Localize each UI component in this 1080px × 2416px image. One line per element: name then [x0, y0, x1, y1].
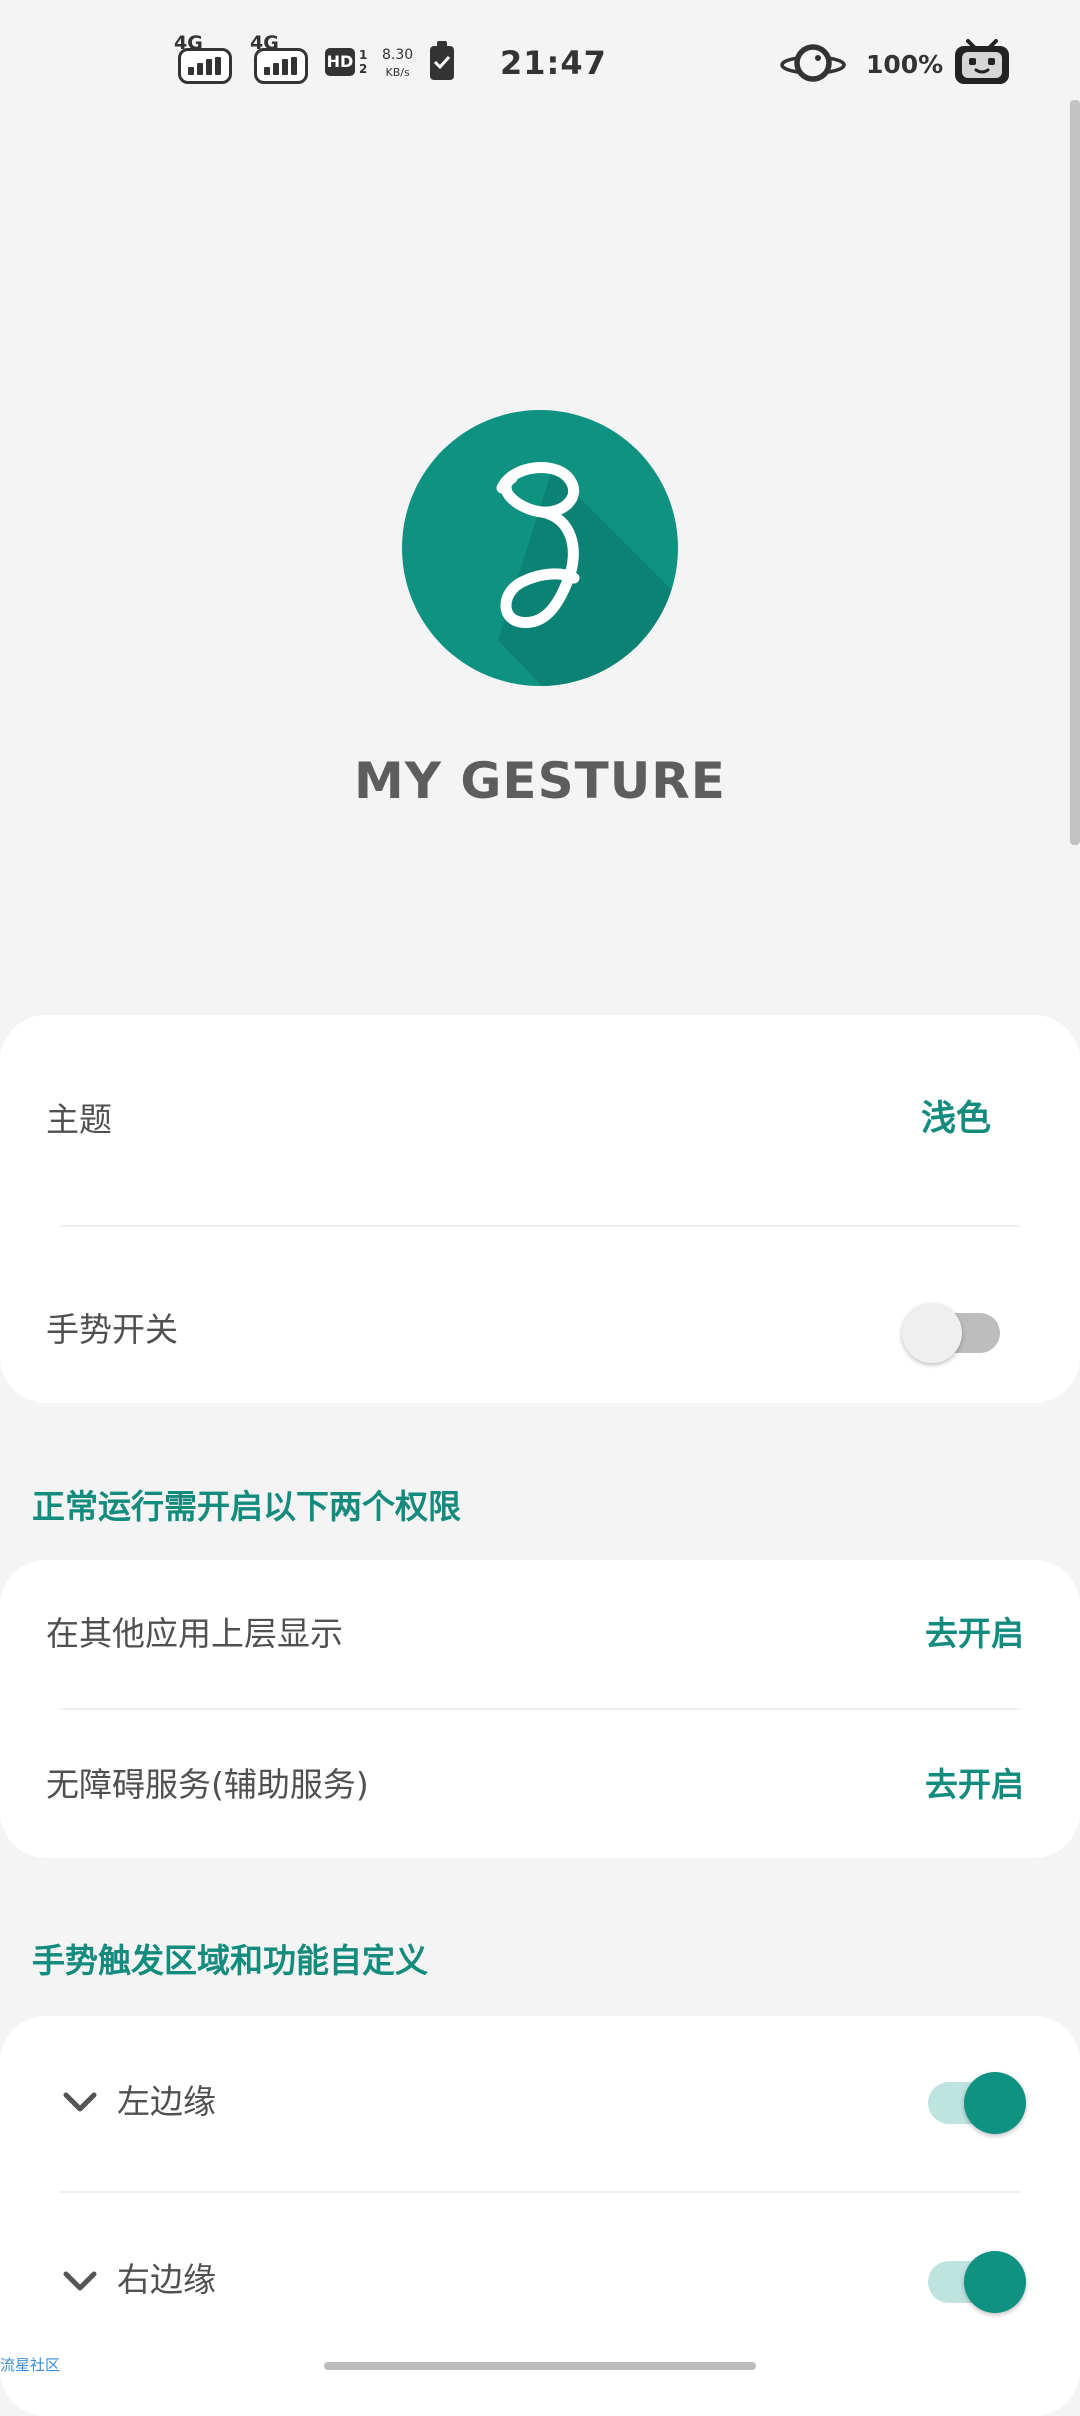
hd-label: HD [325, 48, 355, 76]
watermark: 流星社区 [0, 2356, 61, 2374]
battery-percent: 100% [866, 50, 944, 79]
permissions-section-title: 正常运行需开启以下两个权限 [32, 1487, 461, 1526]
status-bar: 4G 4G HD 1 2 8.30 KB/s 21:47 100% [0, 0, 1080, 130]
left-edge-row[interactable]: 左边缘 [0, 2016, 1080, 2191]
gesture-switch-label: 手势开关 [46, 1310, 178, 1349]
overlay-permission-label: 在其他应用上层显示 [46, 1614, 343, 1653]
left-edge-toggle[interactable] [928, 2070, 1028, 2134]
accessibility-permission-row[interactable]: 无障碍服务(辅助服务) 去开启 [0, 1710, 1080, 1858]
right-edge-label: 右边缘 [117, 2260, 216, 2299]
theme-row[interactable]: 主题 浅色 [0, 1015, 1080, 1225]
accessibility-enable-button[interactable]: 去开启 [925, 1768, 1024, 1801]
app-logo [402, 410, 678, 686]
network-speed-unit: KB/s [385, 66, 410, 79]
permissions-card: 在其他应用上层显示 去开启 无障碍服务(辅助服务) 去开启 [0, 1560, 1080, 1858]
accessibility-permission-label: 无障碍服务(辅助服务) [46, 1765, 369, 1804]
sim2-signal-icon: 4G [250, 32, 312, 88]
theme-label: 主题 [46, 1100, 112, 1139]
overlay-enable-button[interactable]: 去开启 [925, 1617, 1024, 1650]
tv-robot-icon [952, 38, 1012, 88]
gesture-switch-row[interactable]: 手势开关 [0, 1227, 1080, 1403]
clipboard-check-icon [430, 41, 454, 80]
hd-voice-icon: HD 1 2 [325, 48, 367, 76]
scrollbar-thumb[interactable] [1070, 100, 1080, 845]
chevron-down-icon[interactable] [62, 2269, 98, 2293]
app-name: MY GESTURE [354, 752, 726, 810]
gesture-switch-toggle[interactable] [902, 1297, 1002, 1363]
network-speed-value: 8.30 [382, 47, 414, 63]
right-edge-toggle[interactable] [928, 2249, 1028, 2313]
planet-icon [780, 38, 846, 88]
hd-sub2: 2 [359, 62, 368, 76]
general-settings-card: 主题 浅色 手势开关 [0, 1015, 1080, 1403]
home-indicator[interactable] [324, 2362, 756, 2370]
hd-sub1: 1 [359, 48, 368, 62]
left-edge-label: 左边缘 [117, 2082, 216, 2121]
network-speed: 8.30 KB/s [382, 46, 413, 82]
right-edge-row[interactable]: 右边缘 [0, 2193, 1080, 2373]
sim1-signal-icon: 4G [174, 32, 236, 88]
theme-value[interactable]: 浅色 [921, 1102, 991, 1137]
clock: 21:47 [500, 44, 607, 82]
gesture-areas-section-title: 手势触发区域和功能自定义 [32, 1941, 428, 1980]
gesture-areas-card: 左边缘 右边缘 [0, 2016, 1080, 2416]
chevron-down-icon[interactable] [62, 2090, 98, 2114]
overlay-permission-row[interactable]: 在其他应用上层显示 去开启 [0, 1560, 1080, 1708]
